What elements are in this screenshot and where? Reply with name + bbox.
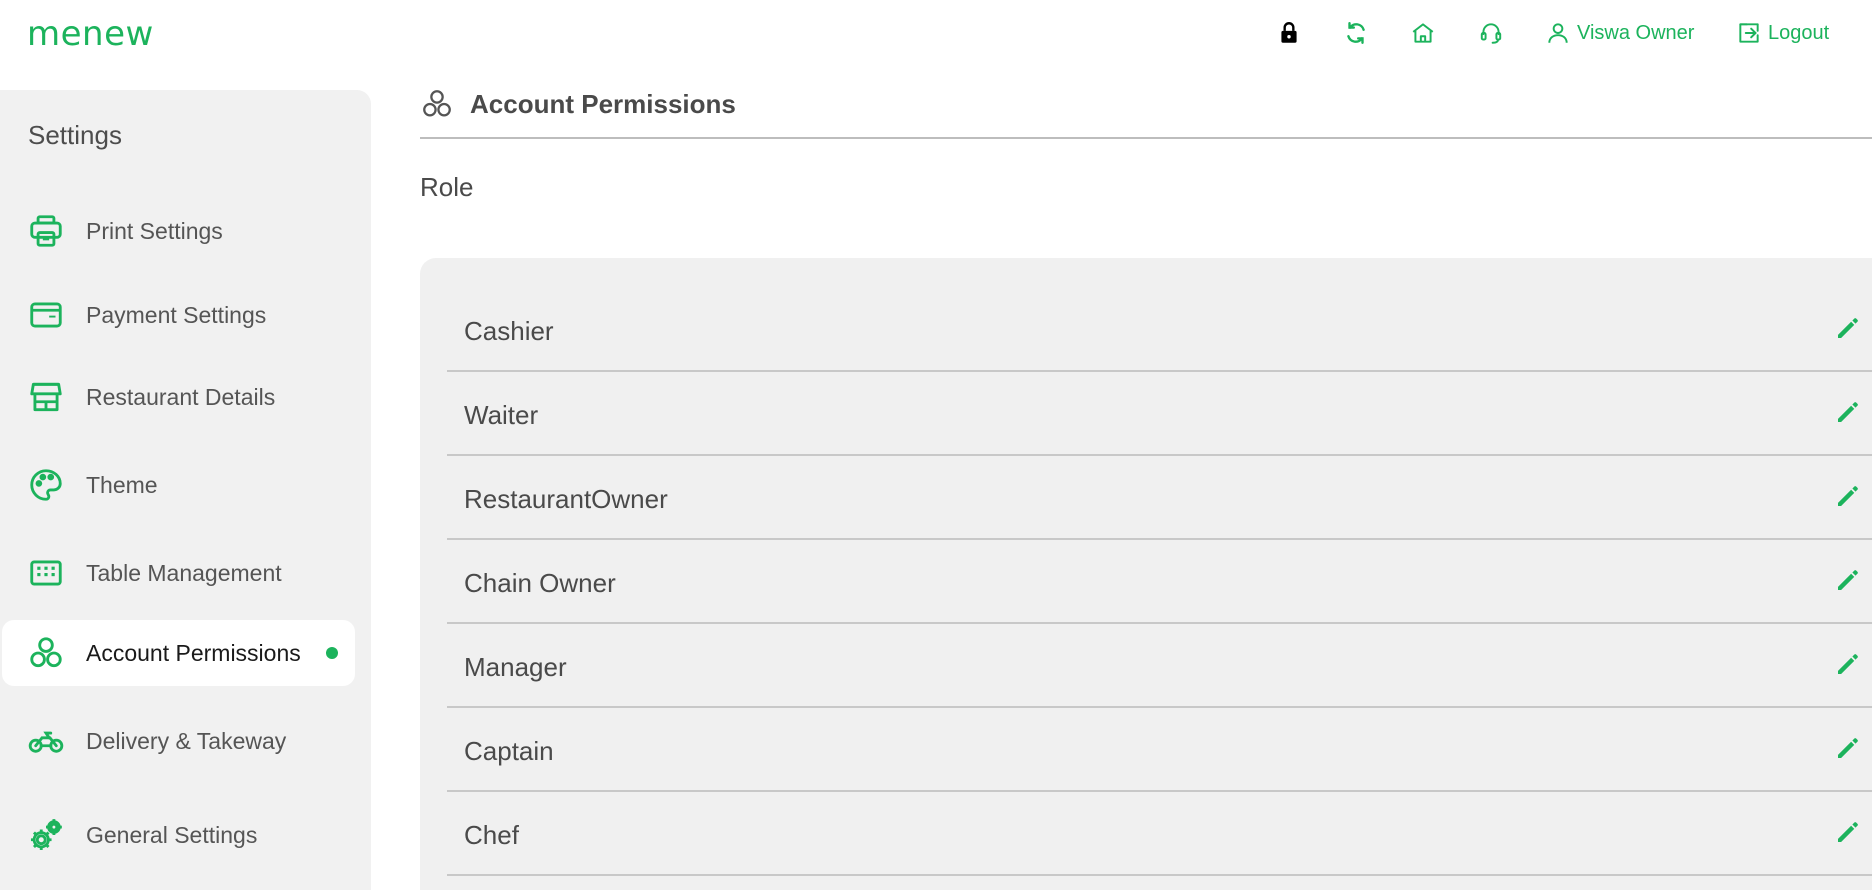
palette-icon — [26, 465, 66, 505]
role-row: Waiter — [447, 372, 1872, 456]
sidebar-item-table-management[interactable]: Table Management — [2, 540, 355, 606]
permissions-icon — [423, 90, 451, 117]
sidebar-item-account-permissions[interactable]: Account Permissions — [2, 620, 355, 686]
role-name: Chef — [464, 820, 519, 850]
role-section-label: Role — [420, 172, 474, 202]
sidebar-title: Settings — [28, 120, 122, 150]
sidebar-item-label: Restaurant Details — [86, 383, 276, 410]
role-row: Captain — [447, 708, 1872, 792]
role-name: RestaurantOwner — [464, 484, 668, 514]
sidebar-item-label: Print Settings — [86, 217, 223, 244]
motorbike-icon — [26, 721, 66, 761]
logout-icon — [1739, 23, 1759, 43]
refresh-icon[interactable] — [1341, 18, 1371, 48]
page-header: Account Permissions — [420, 84, 736, 124]
sidebar-item-delivery-takeway[interactable]: Delivery & Takeway — [2, 708, 355, 774]
brand-logo[interactable]: menew — [27, 14, 154, 54]
role-name: Waiter — [464, 400, 539, 430]
user-icon — [1548, 23, 1568, 43]
table-grid-icon — [26, 553, 66, 593]
permissions-icon — [26, 633, 66, 673]
sidebar-item-general-settings[interactable]: General Settings — [2, 802, 355, 868]
edit-pencil-icon[interactable] — [1830, 394, 1866, 430]
edit-pencil-icon[interactable] — [1830, 478, 1866, 514]
printer-icon — [26, 211, 66, 251]
gear-icon — [26, 815, 66, 855]
settings-sidebar: Settings Print Settings Payment Settings… — [0, 90, 371, 890]
user-name: Viswa Owner — [1577, 21, 1695, 44]
sidebar-item-print-settings[interactable]: Print Settings — [2, 198, 355, 264]
role-row: RestaurantOwner — [447, 456, 1872, 540]
role-name: Chain Owner — [464, 568, 616, 598]
edit-pencil-icon[interactable] — [1830, 730, 1866, 766]
sidebar-item-restaurant-details[interactable]: Restaurant Details — [2, 364, 355, 430]
role-row: Chain Owner — [447, 540, 1872, 624]
edit-pencil-icon[interactable] — [1830, 310, 1866, 346]
edit-pencil-icon[interactable] — [1830, 814, 1866, 850]
home-icon[interactable] — [1408, 18, 1438, 48]
active-indicator-dot — [326, 647, 338, 659]
header-divider — [420, 137, 1872, 139]
role-name: Captain — [464, 736, 554, 766]
sidebar-item-label: Table Management — [86, 559, 282, 586]
role-row: Manager — [447, 624, 1872, 708]
role-name: Manager — [464, 652, 567, 682]
role-row: Cashier — [447, 288, 1872, 372]
page-title: Account Permissions — [470, 88, 736, 119]
logout-label: Logout — [1768, 21, 1830, 44]
sidebar-item-theme[interactable]: Theme — [2, 452, 355, 518]
edit-pencil-icon[interactable] — [1830, 562, 1866, 598]
sidebar-item-label: Theme — [86, 471, 158, 498]
sidebar-item-label: General Settings — [86, 821, 258, 848]
edit-pencil-icon[interactable] — [1830, 646, 1866, 682]
roles-list: Cashier Waiter RestaurantOwner Chain Own… — [420, 258, 1872, 890]
store-icon — [26, 377, 66, 417]
role-row: Chef — [447, 792, 1872, 876]
role-name: Cashier — [464, 316, 554, 346]
sidebar-item-payment-settings[interactable]: Payment Settings — [2, 282, 355, 348]
sidebar-item-label: Payment Settings — [86, 301, 267, 328]
logout-button[interactable]: Logout — [1736, 18, 1829, 48]
sidebar-item-label: Delivery & Takeway — [86, 727, 287, 754]
support-headset-icon[interactable] — [1476, 18, 1506, 48]
card-icon — [26, 295, 66, 335]
sidebar-item-label: Account Permissions — [86, 639, 301, 666]
lock-icon[interactable] — [1274, 18, 1304, 48]
user-profile-link[interactable]: Viswa Owner — [1545, 18, 1694, 48]
top-header: menew Viswa Owner Logout — [0, 0, 1872, 68]
